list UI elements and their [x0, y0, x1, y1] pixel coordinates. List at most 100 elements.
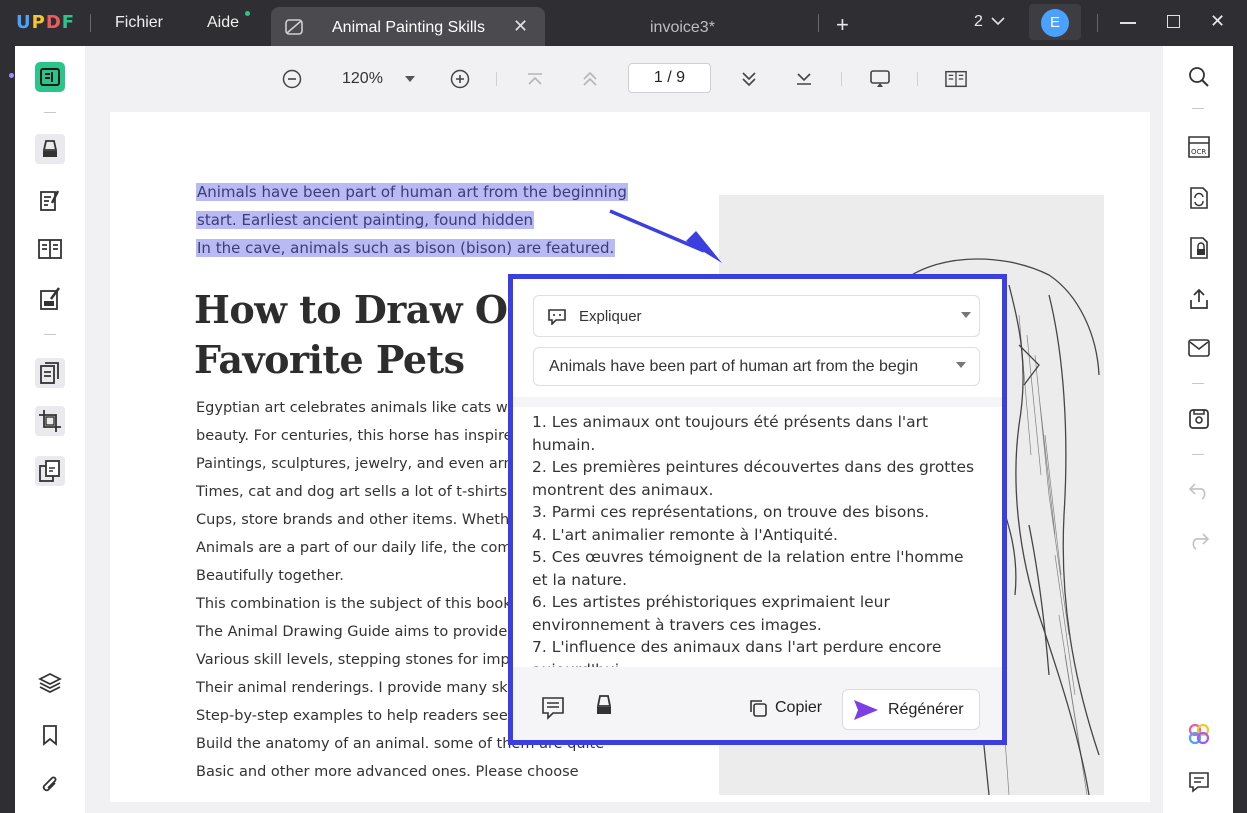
pointer-arrow-icon: [609, 209, 722, 263]
read-mode-icon: [285, 19, 303, 35]
mode-select[interactable]: Expliquer: [533, 295, 980, 337]
attachment-icon[interactable]: [35, 770, 65, 800]
popup-footer: Copier Régénérer: [513, 667, 1002, 740]
zoom-out-icon[interactable]: [281, 68, 303, 90]
next-page-icon[interactable]: [738, 68, 760, 90]
presentation-icon[interactable]: [869, 68, 891, 90]
previous-page-icon[interactable]: [579, 68, 601, 90]
body-line: This combination is the subject of this …: [196, 596, 536, 612]
zoom-dropdown-icon[interactable]: [405, 76, 415, 82]
highlighted-text-line[interactable]: In the cave, animals such as bison (biso…: [196, 239, 616, 257]
compare-icon[interactable]: [35, 456, 65, 486]
answer-area[interactable]: 1. Les animaux ont toujours été présents…: [513, 407, 1002, 679]
page-indicator[interactable]: 1 / 9: [628, 63, 711, 93]
toolbar: 120% 1 / 9: [85, 46, 1163, 112]
comment-icon[interactable]: [541, 696, 565, 720]
separator: [44, 112, 56, 113]
close-window-icon[interactable]: ✕: [1210, 11, 1225, 32]
body-line: Basic and other more advanced ones. Plea…: [196, 764, 579, 780]
regenerate-label: Régénérer: [888, 701, 964, 718]
dropdown-caret-icon: [956, 362, 966, 368]
left-edge: [0, 46, 15, 813]
bookmark-icon[interactable]: [35, 720, 65, 750]
zoom-in-icon[interactable]: [449, 68, 471, 90]
edit-pdf-icon[interactable]: [35, 186, 65, 216]
crop-icon[interactable]: [35, 406, 65, 436]
highlighter-icon[interactable]: [35, 134, 65, 164]
answer-item: 2. Les premières peintures découvertes d…: [532, 458, 975, 499]
right-sidebar: OCR: [1163, 46, 1233, 813]
new-tab-icon[interactable]: +: [836, 12, 849, 38]
divider: [513, 397, 1002, 407]
left-sidebar: [15, 46, 85, 813]
copy-button[interactable]: Copier: [775, 699, 822, 717]
separator: [1192, 454, 1204, 455]
reader-icon[interactable]: [35, 62, 65, 92]
minimize-icon[interactable]: [1120, 22, 1136, 24]
answer-item: 4. L'art animalier remonte à l'Antiquité…: [532, 525, 838, 544]
email-icon[interactable]: [1187, 336, 1211, 360]
protect-icon[interactable]: [1187, 236, 1211, 260]
body-line: beauty. For centuries, this horse has in…: [196, 428, 522, 444]
separator: [496, 72, 497, 86]
convert-icon[interactable]: [1187, 186, 1211, 210]
organize-pages-icon[interactable]: [35, 234, 65, 264]
chevron-down-icon[interactable]: [991, 16, 1005, 26]
separator: [90, 14, 91, 32]
layers-icon[interactable]: [35, 668, 65, 698]
notification-dot: [245, 11, 250, 16]
separator: [818, 14, 819, 32]
page-heading-line2: Favorite Pets: [194, 337, 465, 382]
tab-invoice3[interactable]: invoice3*: [650, 19, 715, 37]
separator: [1192, 383, 1204, 384]
body-line: The Animal Drawing Guide aims to provide…: [196, 624, 549, 640]
ai-assistant-popup: Expliquer Animals have been part of huma…: [508, 274, 1007, 745]
tab-animal-painting[interactable]: Animal Painting Skills ✕: [271, 7, 545, 46]
highlight-icon[interactable]: [593, 694, 615, 720]
separator: [1097, 14, 1098, 32]
mode-value: Expliquer: [579, 308, 642, 325]
body-line: Cups, store brands and other items. Whet…: [196, 512, 539, 528]
prompt-select[interactable]: Animals have been part of human art from…: [533, 347, 980, 386]
ocr-icon[interactable]: OCR: [1187, 135, 1211, 159]
body-line: Their animal renderings. I provide many …: [196, 680, 539, 696]
ai-assistant-icon[interactable]: [1187, 722, 1211, 746]
svg-text:OCR: OCR: [1191, 148, 1206, 156]
regenerate-button[interactable]: Régénérer: [842, 689, 980, 730]
search-icon[interactable]: [1187, 65, 1211, 89]
right-edge: [1233, 46, 1247, 813]
tab-count: 2: [974, 13, 983, 30]
dropdown-caret-icon: [961, 312, 971, 318]
last-page-icon[interactable]: [793, 68, 815, 90]
avatar[interactable]: E: [1041, 9, 1069, 37]
answer-item: 3. Parmi ces représentations, on trouve …: [532, 503, 930, 521]
maximize-icon[interactable]: [1167, 15, 1180, 28]
page-layout-icon[interactable]: [945, 68, 967, 90]
close-tab-icon[interactable]: ✕: [513, 16, 528, 37]
answer-item: 1. Les animaux ont toujours été présents…: [532, 413, 929, 454]
separator: [917, 72, 918, 86]
zoom-level[interactable]: 120%: [342, 70, 383, 88]
form-icon[interactable]: [35, 284, 65, 314]
save-icon[interactable]: [1187, 407, 1211, 431]
undo-icon[interactable]: [1187, 479, 1211, 503]
indicator-dot: [9, 73, 14, 78]
menu-file[interactable]: Fichier: [115, 14, 163, 32]
send-icon: [854, 700, 878, 720]
answer-item: 6. Les artistes préhistoriques exprimaie…: [532, 593, 890, 634]
first-page-icon[interactable]: [524, 68, 546, 90]
separator: [44, 334, 56, 335]
redo-icon[interactable]: [1187, 529, 1211, 553]
highlighted-text-line[interactable]: start. Earliest ancient painting, found …: [196, 211, 535, 229]
body-line: Egyptian art celebrates animals like cat…: [196, 400, 539, 416]
chat-bubble-icon: [548, 309, 566, 325]
highlighted-text-line[interactable]: Animals have been part of human art from…: [196, 183, 628, 201]
comments-icon[interactable]: [1187, 770, 1211, 794]
page-tools-icon[interactable]: [35, 358, 65, 388]
share-icon[interactable]: [1187, 287, 1211, 311]
updf-logo: UPDF: [16, 12, 76, 33]
copy-icon[interactable]: [748, 698, 768, 718]
answer-item: 5. Ces œuvres témoignent de la relation …: [532, 548, 964, 589]
menu-help[interactable]: Aide: [207, 14, 239, 32]
body-line: Times, cat and dog art sells a lot of t-…: [196, 484, 538, 500]
